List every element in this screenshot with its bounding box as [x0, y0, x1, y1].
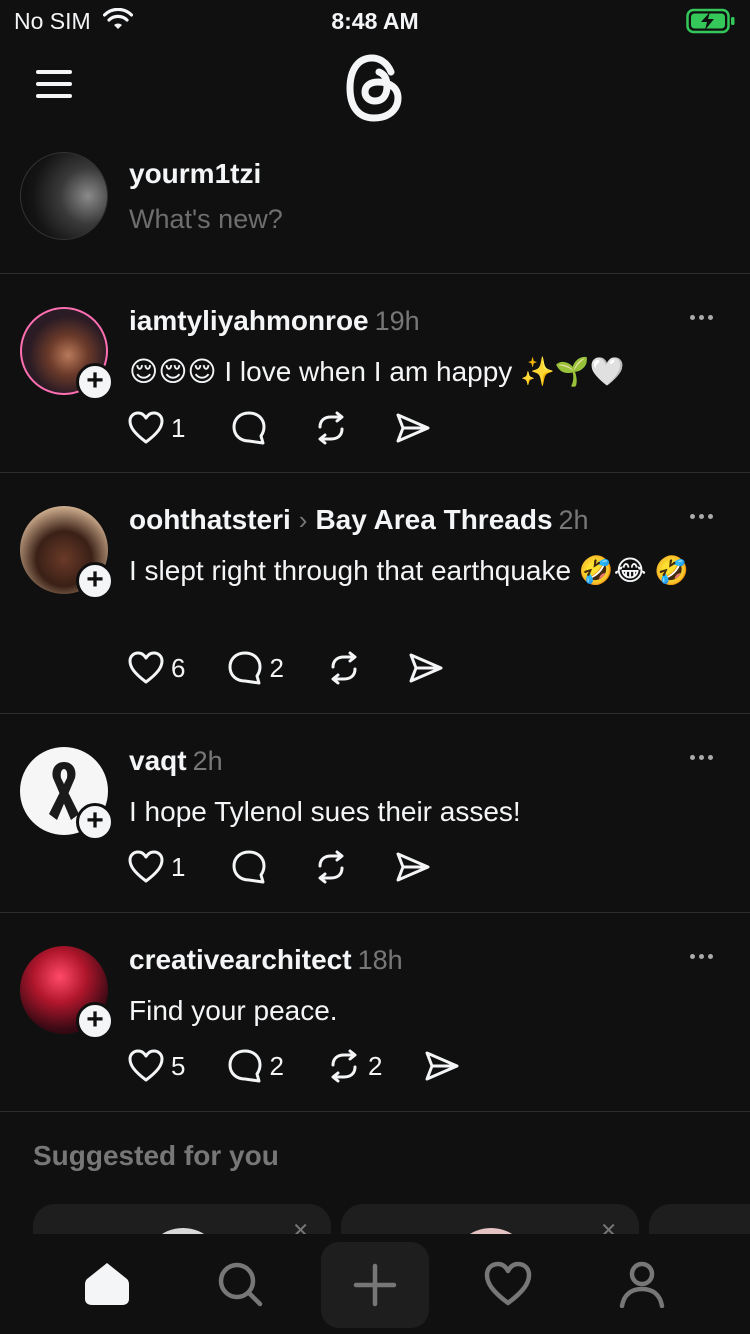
heart-icon [128, 651, 164, 684]
thread-post[interactable]: + oohthatsteri › Bay Area Threads 2h I slep… [0, 474, 750, 714]
clock: 8:48 AM [331, 8, 419, 34]
reply-button[interactable] [231, 849, 267, 885]
like-count: 1 [171, 412, 186, 443]
repost-icon [331, 651, 357, 685]
more-options-icon[interactable] [690, 946, 720, 959]
tab-new-post[interactable] [321, 1242, 429, 1328]
post-username[interactable]: oohthatsteri [129, 504, 291, 535]
like-count: 1 [171, 851, 186, 882]
follow-plus-button[interactable]: + [76, 562, 114, 600]
composer-username: yourm1tzi [129, 158, 262, 189]
follow-plus-button[interactable]: + [76, 803, 114, 841]
post-time: 18h [357, 945, 403, 975]
new-post-icon [353, 1263, 397, 1307]
post-avatar[interactable]: + [20, 946, 114, 1040]
post-time: 2h [192, 746, 223, 776]
share-send-icon [409, 653, 443, 683]
post-avatar[interactable]: + [20, 307, 114, 401]
comment-icon [228, 651, 262, 685]
suggested-heading: Suggested for you [33, 1140, 279, 1171]
post-time: 19h [374, 306, 420, 336]
status-bar: No SIM 8:48 AM [0, 0, 750, 40]
post-text: I slept right through that earthquake 🤣😂… [129, 555, 690, 586]
post-username[interactable]: vaqt [129, 745, 187, 776]
community-name[interactable]: Bay Area Threads [315, 504, 552, 535]
like-button[interactable]: 1 [127, 850, 185, 884]
post-time: 2h [558, 505, 589, 535]
home-icon [85, 1263, 129, 1305]
more-options-icon[interactable] [690, 506, 720, 519]
share-button[interactable] [395, 851, 431, 883]
like-button[interactable]: 5 [127, 1049, 185, 1083]
tab-search[interactable] [210, 1254, 270, 1314]
share-send-icon [396, 852, 430, 882]
post-avatar[interactable]: + [20, 747, 114, 841]
new-thread-composer[interactable]: yourm1tzi What's new? [0, 140, 750, 274]
battery-charging-icon [686, 8, 736, 39]
composer-input[interactable]: What's new? [129, 204, 283, 235]
like-button[interactable]: 1 [127, 411, 185, 445]
thread-post[interactable]: + creativearchitect 18h Find your peace. … [0, 914, 750, 1112]
post-actions: 1 [127, 408, 463, 448]
heart-icon [128, 411, 164, 444]
post-avatar[interactable]: + [20, 506, 114, 600]
menu-button[interactable] [36, 70, 76, 100]
share-send-icon [425, 1051, 459, 1081]
like-count: 6 [171, 652, 186, 683]
reply-count: 2 [269, 652, 284, 683]
tab-home[interactable] [77, 1254, 137, 1314]
more-options-icon[interactable] [690, 307, 720, 320]
activity-heart-icon [484, 1261, 532, 1306]
threads-logo-icon[interactable] [343, 52, 407, 129]
search-icon [218, 1262, 263, 1307]
heart-icon [128, 1049, 164, 1082]
comment-icon [232, 411, 266, 445]
thread-post[interactable]: + iamtyliyahmonroe 19h 😌😌😌 I love when I … [0, 275, 750, 473]
repost-count: 2 [367, 1050, 383, 1081]
post-actions: 6 2 [127, 648, 476, 688]
repost-icon [331, 1049, 357, 1083]
share-send-icon [396, 413, 430, 443]
share-button[interactable] [395, 412, 431, 444]
post-username[interactable]: creativearchitect [129, 944, 352, 975]
repost-icon [318, 411, 344, 445]
tab-activity[interactable] [478, 1254, 538, 1314]
thread-post[interactable]: + vaqt 2h I hope Tylenol sues their asses… [0, 715, 750, 913]
more-options-icon[interactable] [690, 747, 720, 760]
post-text: I hope Tylenol sues their asses! [129, 796, 521, 827]
comment-icon [232, 850, 266, 884]
follow-plus-button[interactable]: + [76, 1002, 114, 1040]
tab-bar [0, 1234, 750, 1334]
reply-count: 2 [269, 1050, 284, 1081]
repost-button[interactable]: 2 [326, 1049, 382, 1083]
share-button[interactable] [408, 652, 444, 684]
post-text: Find your peace. [129, 995, 338, 1026]
follow-plus-button[interactable]: + [76, 363, 114, 401]
like-count: 5 [171, 1050, 186, 1081]
repost-button[interactable] [326, 651, 362, 685]
reply-button[interactable] [231, 410, 267, 446]
share-button[interactable] [424, 1050, 460, 1082]
avatar[interactable] [20, 152, 108, 240]
tab-profile[interactable] [612, 1254, 672, 1314]
post-actions: 1 [127, 847, 463, 887]
repost-button[interactable] [313, 411, 349, 445]
post-username[interactable]: iamtyliyahmonroe [129, 305, 369, 336]
like-button[interactable]: 6 [127, 651, 185, 685]
repost-button[interactable] [313, 850, 349, 884]
post-text: 😌😌😌 I love when I am happy ✨🌱🤍 [129, 356, 625, 387]
profile-icon [619, 1261, 665, 1308]
reply-button[interactable]: 2 [227, 1048, 284, 1084]
reply-button[interactable]: 2 [227, 650, 284, 686]
repost-icon [318, 850, 344, 884]
comment-icon [228, 1049, 262, 1083]
chevron-right-icon: › [298, 505, 308, 535]
post-actions: 5 2 2 [127, 1046, 492, 1086]
heart-icon [128, 850, 164, 883]
